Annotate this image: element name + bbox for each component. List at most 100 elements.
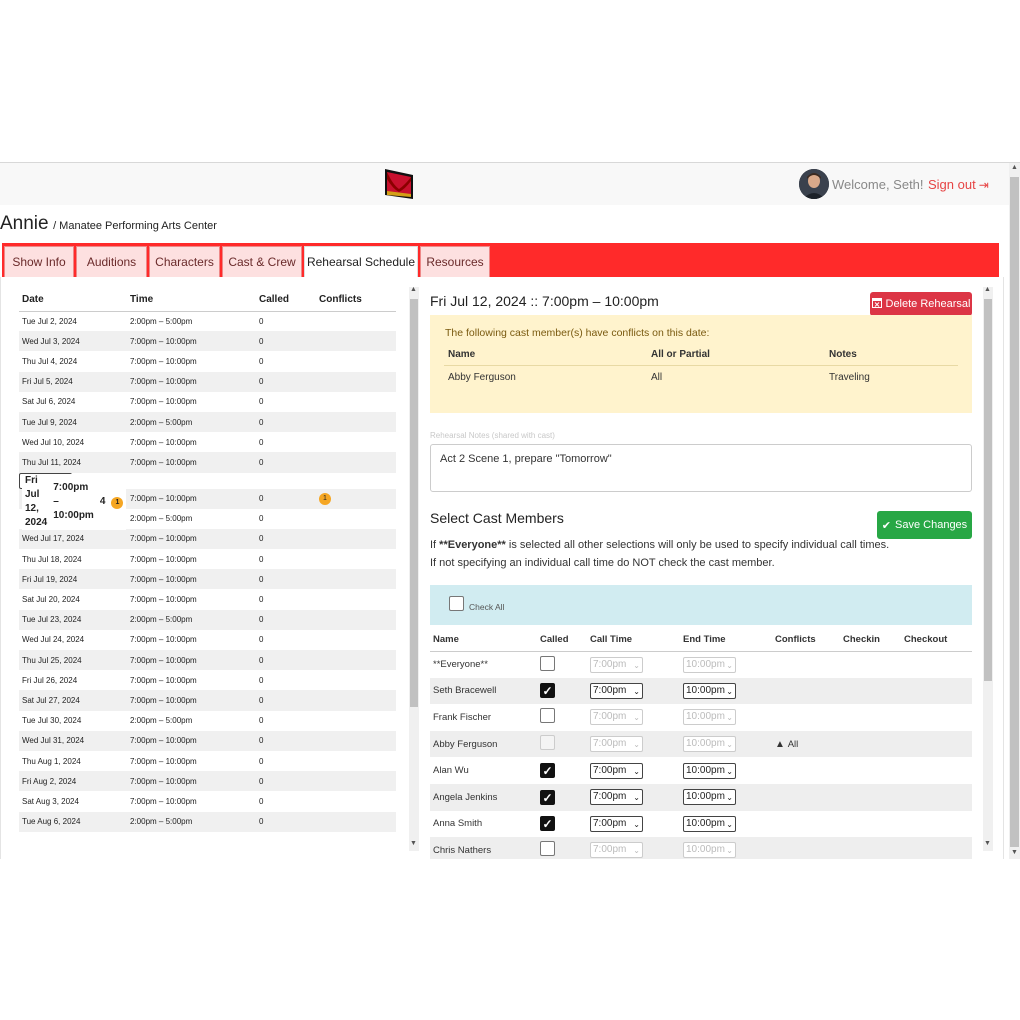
call-time-select[interactable]: 7:00pm ⌄ xyxy=(590,815,643,832)
schedule-conflicts xyxy=(316,549,396,569)
end-time-select[interactable]: 10:00pm ⌄ xyxy=(683,815,736,832)
schedule-scrollbar[interactable]: ▲ ▼ xyxy=(409,286,419,851)
schedule-row[interactable]: Thu Jul 11, 2024 7:00pm – 10:00pm 0 xyxy=(19,452,396,473)
checkout-cell xyxy=(901,677,972,705)
scroll-up-icon[interactable]: ▲ xyxy=(1011,164,1018,171)
end-time-select[interactable]: 10:00pm ⌄ xyxy=(683,682,736,699)
schedule-conflicts xyxy=(316,589,396,609)
schedule-called: 0 xyxy=(256,331,316,352)
schedule-row[interactable]: Tue Jul 9, 2024 2:00pm – 5:00pm 0 xyxy=(19,411,396,433)
user-avatar[interactable] xyxy=(799,169,829,199)
cast-row: Abby Ferguson 7:00pm ⌄ 10:00pm ⌄ ▲ All xyxy=(430,730,972,758)
called-checkbox[interactable] xyxy=(540,841,555,857)
called-checkbox[interactable]: ✓ xyxy=(540,763,555,779)
schedule-row[interactable]: Wed Jul 31, 2024 7:00pm – 10:00pm 0 xyxy=(19,730,396,751)
cast-rows: **Everyone** 7:00pm ⌄ 10:00pm ⌄ Seth Bracewel… xyxy=(430,651,972,859)
scroll-down-icon[interactable]: ▼ xyxy=(984,840,991,847)
col-date[interactable]: Date xyxy=(19,289,127,312)
schedule-row[interactable]: Tue Jul 30, 2024 2:00pm – 5:00pm 0 xyxy=(19,711,396,731)
col-called[interactable]: Called xyxy=(256,289,316,312)
tab-rehearsal-schedule[interactable]: Rehearsal Schedule xyxy=(304,246,418,277)
save-changes-button[interactable]: ✔ Save Changes xyxy=(877,511,972,539)
call-time-select-value: 7:00pm xyxy=(593,738,627,750)
schedule-date: Fri Jul 5, 2024 xyxy=(19,371,127,392)
cast-conflict xyxy=(772,651,840,678)
schedule-row[interactable]: Wed Jul 24, 2024 7:00pm – 10:00pm 0 xyxy=(19,630,396,650)
schedule-row[interactable]: Thu Jul 4, 2024 7:00pm – 10:00pm 0 xyxy=(19,351,396,371)
schedule-row[interactable]: Fri Jul 26, 2024 7:00pm – 10:00pm 0 xyxy=(19,670,396,690)
schedule-time: 7:00pm – 10:00pm xyxy=(127,771,256,792)
cast-row: Alan Wu ✓ 7:00pm ⌄ 10:00pm ⌄ xyxy=(430,757,972,784)
schedule-row[interactable]: Wed Jul 3, 2024 7:00pm – 10:00pm 0 xyxy=(19,331,396,352)
call-time-select-value: 7:00pm xyxy=(593,791,627,803)
schedule-called: 0 xyxy=(259,316,264,326)
schedule-time: 7:00pm – 10:00pm xyxy=(130,756,197,766)
cast-conflict xyxy=(772,677,840,705)
schedule-time: 7:00pm – 10:00pm xyxy=(127,488,256,509)
call-time-select[interactable]: 7:00pm ⌄ xyxy=(590,682,643,699)
schedule-date: Fri Jul 19, 2024 xyxy=(19,569,127,590)
col-time[interactable]: Time xyxy=(127,289,256,312)
cast-conflict xyxy=(772,837,840,859)
schedule-row[interactable]: Thu Jul 25, 2024 7:00pm – 10:00pm 0 xyxy=(19,650,396,671)
rehearsal-notes-textarea[interactable]: Act 2 Scene 1, prepare "Tomorrow" xyxy=(430,444,972,492)
schedule-conflicts xyxy=(316,711,396,731)
col-conflicts[interactable]: Conflicts xyxy=(316,289,396,312)
tab-auditions[interactable]: Auditions xyxy=(76,246,147,277)
page-scrollbar[interactable]: ▲ ▼ xyxy=(1009,163,1020,859)
schedule-row[interactable]: Wed Jul 17, 2024 7:00pm – 10:00pm 0 xyxy=(19,528,396,550)
schedule-row[interactable]: Tue Jul 23, 2024 2:00pm – 5:00pm 0 xyxy=(19,609,396,630)
sign-out-link[interactable]: Sign out ⇥ xyxy=(928,177,989,192)
schedule-time: 7:00pm – 10:00pm xyxy=(127,331,256,352)
called-checkbox[interactable]: ✓ xyxy=(540,683,555,699)
schedule-row[interactable]: Fri Aug 2, 2024 7:00pm – 10:00pm 0 xyxy=(19,771,396,792)
page-scroll-thumb[interactable] xyxy=(1010,177,1019,847)
scroll-up-icon[interactable]: ▲ xyxy=(984,286,991,293)
scroll-up-icon[interactable]: ▲ xyxy=(410,286,417,293)
schedule-row[interactable]: Sat Jul 27, 2024 7:00pm – 10:00pm 0 xyxy=(19,690,396,711)
schedule-row[interactable]: Tue Aug 6, 2024 2:00pm – 5:00pm 0 xyxy=(19,811,396,832)
scroll-down-icon[interactable]: ▼ xyxy=(1011,849,1018,856)
detail-scrollbar[interactable]: ▲ ▼ xyxy=(983,286,993,851)
schedule-row[interactable]: Sat Jul 20, 2024 7:00pm – 10:00pm 0 xyxy=(19,589,396,609)
scroll-down-icon[interactable]: ▼ xyxy=(410,840,417,847)
tab-show-info[interactable]: Show Info xyxy=(4,246,74,277)
chevron-down-icon: ⌄ xyxy=(726,686,733,696)
schedule-scroll-thumb[interactable] xyxy=(410,299,418,707)
call-time-select-cell: 7:00pm ⌄ xyxy=(587,677,680,705)
called-checkbox[interactable] xyxy=(540,708,555,724)
schedule-row[interactable]: Sat Jul 6, 2024 7:00pm – 10:00pm 0 xyxy=(19,392,396,412)
schedule-list-panel[interactable]: Date Time Called Conflicts Tue Jul 2, 20… xyxy=(19,289,419,857)
schedule-row[interactable]: Fri Jul 5, 2024 7:00pm – 10:00pm 0 xyxy=(19,371,396,392)
schedule-row[interactable]: Fri Jul 12, 2024 7:00pm – 10:00pm 4 1 xyxy=(19,472,127,530)
called-checkbox[interactable] xyxy=(540,655,555,671)
help-prefix: If xyxy=(430,539,440,551)
checkin-cell xyxy=(840,730,901,758)
sign-out-icon: ⇥ xyxy=(978,178,989,192)
call-time-select[interactable]: 7:00pm ⌄ xyxy=(590,762,643,779)
tab-resources[interactable]: Resources xyxy=(420,246,490,277)
end-time-select[interactable]: 10:00pm ⌄ xyxy=(683,789,736,806)
called-checkbox[interactable]: ✓ xyxy=(540,789,555,805)
schedule-row[interactable]: Thu Jul 18, 2024 7:00pm – 10:00pm 0 xyxy=(19,549,396,569)
tab-cast-crew[interactable]: Cast & Crew xyxy=(222,246,302,277)
schedule-called: 0 xyxy=(259,716,264,726)
welcome-text: Welcome, Seth! xyxy=(832,177,924,192)
called-checkbox[interactable]: ✓ xyxy=(540,816,555,832)
schedule-row[interactable]: Wed Jul 10, 2024 7:00pm – 10:00pm 0 xyxy=(19,432,396,452)
theater-logo-icon[interactable] xyxy=(385,169,413,199)
schedule-date: Tue Jul 30, 2024 xyxy=(22,716,82,726)
warning-icon: ▲ xyxy=(775,738,788,750)
detail-scroll-thumb[interactable] xyxy=(984,299,992,681)
end-time-select[interactable]: 10:00pm ⌄ xyxy=(683,762,736,779)
schedule-row[interactable]: Tue Jul 2, 2024 2:00pm – 5:00pm 0 xyxy=(19,311,396,331)
schedule-row[interactable]: Fri Jul 19, 2024 7:00pm – 10:00pm 0 xyxy=(19,569,396,590)
check-all-checkbox[interactable] xyxy=(449,596,464,611)
call-time-select[interactable]: 7:00pm ⌄ xyxy=(590,789,643,806)
tab-characters[interactable]: Characters xyxy=(149,246,220,277)
delete-rehearsal-button[interactable]: Delete Rehearsal xyxy=(870,292,972,316)
schedule-time: 7:00pm – 10:00pm xyxy=(130,635,197,645)
called-cell: ✓ xyxy=(537,811,587,838)
schedule-row[interactable]: Thu Aug 1, 2024 7:00pm – 10:00pm 0 xyxy=(19,751,396,771)
schedule-row[interactable]: Sat Aug 3, 2024 7:00pm – 10:00pm 0 xyxy=(19,791,396,811)
